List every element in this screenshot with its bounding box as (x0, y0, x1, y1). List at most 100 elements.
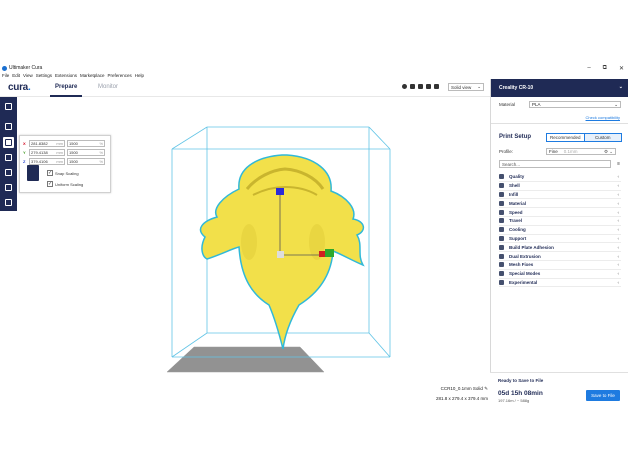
speed-icon (499, 209, 504, 215)
chevron-left-icon: ‹ (617, 235, 620, 241)
check-compatibility-link[interactable]: Check compatibility (586, 115, 620, 120)
custom-mode-button[interactable]: Custom (583, 134, 621, 141)
category-quality[interactable]: Quality ‹ (499, 173, 621, 182)
support-blocker-button[interactable] (3, 197, 14, 208)
close-button[interactable]: ✕ (619, 65, 624, 72)
divider (491, 123, 628, 124)
uniform-scale-handle[interactable] (277, 251, 284, 258)
cooling-icon (499, 227, 504, 233)
profile-actions-icon[interactable]: ⚙ ⌄ (604, 149, 613, 155)
scale-tool-button[interactable] (3, 137, 14, 148)
category-mesh-fixes[interactable]: Mesh Fixes ‹ (499, 261, 621, 270)
3d-view-icon[interactable] (402, 84, 407, 89)
front-view-icon[interactable] (410, 84, 415, 89)
x-pct-input[interactable]: 1500% (67, 140, 105, 147)
right-view-icon[interactable] (434, 84, 439, 89)
print-setup-title: Print Setup (499, 134, 532, 140)
scale-x-row: X 281.8382 mm 1500% (23, 140, 105, 147)
rotate-tool-button[interactable] (3, 152, 14, 163)
y-scale-handle[interactable] (325, 249, 334, 257)
menu-edit[interactable]: Edit (12, 73, 20, 78)
y-axis-label: Y (23, 150, 26, 155)
minimize-button[interactable]: – (587, 65, 590, 71)
z-scale-handle[interactable] (276, 188, 284, 195)
z-axis-label: Z (23, 159, 26, 164)
category-material[interactable]: Material ‹ (499, 199, 621, 209)
slice-status: Ready to Save to File (498, 378, 544, 383)
category-dual-extrusion[interactable]: Dual Extrusion ‹ (499, 252, 621, 261)
category-support[interactable]: Support ‹ (499, 235, 621, 244)
left-view-icon[interactable] (426, 84, 431, 89)
category-special-modes[interactable]: Special Modes ‹ (499, 270, 621, 279)
settings-search-input[interactable]: Search... (499, 160, 611, 168)
x-axis-label: X (23, 141, 26, 146)
y-pct-input[interactable]: 1500% (67, 149, 105, 156)
support-icon (499, 235, 504, 241)
category-cooling[interactable]: Cooling ‹ (499, 226, 621, 235)
menu-view[interactable]: View (23, 73, 33, 78)
mirror-tool-button[interactable] (3, 167, 14, 178)
per-model-settings-button[interactable] (3, 182, 14, 193)
menu-settings[interactable]: Settings (36, 73, 52, 78)
setup-mode-toggle: Recommended Custom (546, 133, 622, 142)
chevron-left-icon: ‹ (617, 253, 620, 259)
per-model-settings-icon (5, 184, 12, 191)
category-experimental[interactable]: Experimental ‹ (499, 279, 621, 288)
printer-selector[interactable]: Creality CR-10 ⌄ (491, 79, 628, 97)
chevron-left-icon: ‹ (617, 271, 620, 277)
menu-marketplace[interactable]: Marketplace (80, 73, 105, 78)
chevron-down-icon: ⌄ (477, 84, 481, 89)
mesh-fixes-icon (499, 262, 504, 268)
window-title: Ultimaker Cura (9, 65, 43, 71)
top-view-icon[interactable] (418, 84, 423, 89)
z-mm-input[interactable]: 379.4106 mm (29, 158, 65, 165)
window-controls: – ⧉ ✕ (587, 64, 624, 72)
edit-pencil-icon[interactable]: ✎ (484, 386, 488, 391)
menu-file[interactable]: File (2, 73, 9, 78)
title-bar: Ultimaker Cura (0, 64, 628, 72)
category-travel[interactable]: Travel ‹ (499, 217, 621, 226)
scale-z-row: Z 379.4106 mm 1500% (23, 158, 105, 165)
x-mm-input[interactable]: 281.8382 mm (29, 140, 65, 147)
support-blocker-icon (5, 199, 12, 206)
material-select[interactable]: PLA ⌄ (529, 101, 621, 108)
rotate-icon (5, 154, 12, 161)
camera-view-buttons (402, 84, 439, 89)
open-file-button[interactable] (3, 101, 14, 112)
object-info: CCR10_0.1mm Solid ✎ 281.8 x 279.4 x 379.… (436, 386, 488, 401)
menu-preferences[interactable]: Preferences (108, 73, 132, 78)
save-to-file-button[interactable]: Save to File (586, 390, 620, 401)
chevron-left-icon: ‹ (617, 244, 620, 250)
lay-flat-lock-icon[interactable] (27, 165, 39, 181)
recommended-mode-button[interactable]: Recommended (547, 134, 584, 141)
category-shell[interactable]: Shell ‹ (499, 182, 621, 191)
menu-help[interactable]: Help (135, 73, 144, 78)
view-type-select[interactable]: Solid view ⌄ (448, 83, 484, 91)
menu-bar: File Edit View Settings Extensions Marke… (0, 72, 628, 79)
y-mm-input[interactable]: 279.4138 mm (29, 149, 65, 156)
print-settings-panel: Creality CR-10 ⌄ Material PLA ⌄ Check comp… (490, 79, 628, 403)
chevron-left-icon: ‹ (617, 183, 620, 189)
category-build-plate-adhesion[interactable]: Build Plate Adhesion ‹ (499, 243, 621, 253)
z-pct-input[interactable]: 1500% (67, 158, 105, 165)
tab-prepare[interactable]: Prepare (55, 84, 77, 90)
profile-select[interactable]: Fine 0.1mm ⚙ ⌄ (546, 148, 616, 155)
checkmark-icon: ✓ (47, 170, 53, 176)
tab-monitor[interactable]: Monitor (98, 84, 118, 90)
dual-extrusion-icon (499, 253, 504, 259)
mirror-icon (5, 169, 12, 176)
category-speed[interactable]: Speed ‹ (499, 208, 621, 217)
chevron-left-icon: ‹ (617, 262, 620, 268)
x-scale-handle[interactable] (319, 251, 325, 257)
build-plate (167, 347, 324, 372)
settings-visibility-menu-icon[interactable]: ≡ (617, 161, 620, 167)
infill-icon (499, 191, 504, 197)
category-infill[interactable]: Infill ‹ (499, 191, 621, 200)
chevron-down-icon: ⌄ (618, 84, 623, 90)
move-tool-button[interactable] (3, 121, 14, 132)
chevron-left-icon: ‹ (617, 200, 620, 206)
snap-scaling-checkbox[interactable]: ✓ Snap Scaling (47, 170, 79, 176)
menu-extensions[interactable]: Extensions (55, 73, 77, 78)
uniform-scaling-checkbox[interactable]: ✓ Uniform Scaling (47, 181, 83, 187)
maximize-button[interactable]: ⧉ (603, 65, 607, 72)
